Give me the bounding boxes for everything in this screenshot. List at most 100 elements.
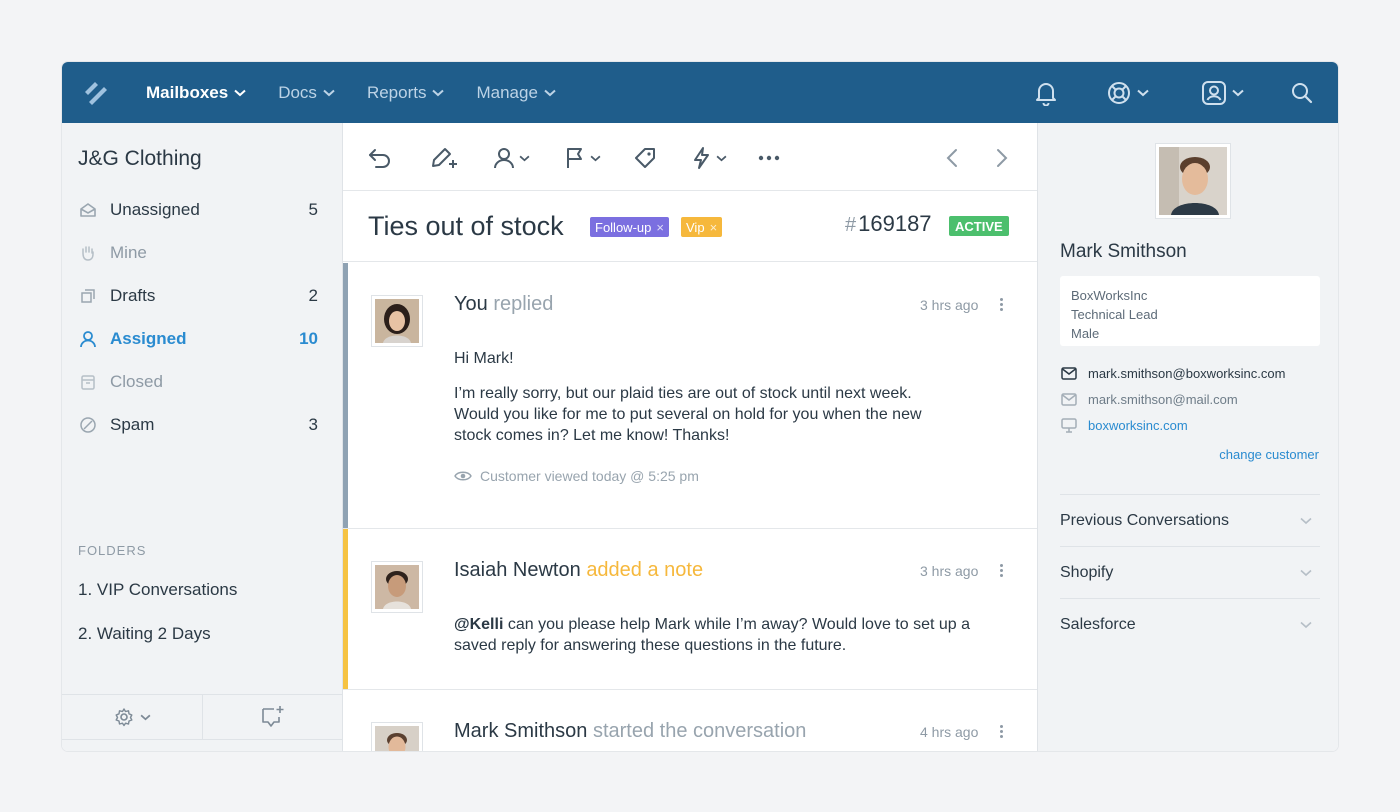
more-actions-button[interactable] — [758, 143, 780, 173]
conversation-pane: Ties out of stock Follow-up × Vip × #16918… — [343, 123, 1037, 751]
mailbox-sidebar: J&G Clothing Unassigned 5 Mine Drafts 2 … — [62, 123, 343, 751]
remove-tag-icon[interactable]: × — [656, 220, 664, 235]
archive-icon — [78, 373, 98, 391]
nav-docs[interactable]: Docs — [278, 83, 335, 103]
conversation-subject: Ties out of stock — [368, 211, 564, 241]
sidebar-item-spam[interactable]: Spam 3 — [78, 410, 318, 440]
chevron-down-icon — [519, 155, 530, 161]
mention[interactable]: @Kelli — [454, 616, 503, 633]
conversation-number-value: 169187 — [858, 211, 932, 236]
customer-avatar-image — [375, 726, 419, 751]
nav-manage-label: Manage — [476, 82, 538, 102]
conversation-number: #169187 — [845, 211, 932, 237]
nav-mailboxes[interactable]: Mailboxes — [146, 83, 246, 103]
sidebar-item-count: 5 — [308, 200, 318, 219]
chevron-down-icon — [590, 155, 601, 161]
message-time: 3 hrs ago — [920, 297, 979, 313]
sidebar-item-unassigned[interactable]: Unassigned 5 — [78, 195, 318, 225]
section-previous-conversations[interactable]: Previous Conversations — [1060, 494, 1320, 546]
message-menu-button[interactable] — [998, 724, 1004, 739]
sidebar-item-closed[interactable]: Closed — [78, 367, 318, 397]
new-conversation-icon — [262, 706, 284, 727]
status-badge[interactable]: ACTIVE — [949, 216, 1009, 236]
account-icon — [1202, 80, 1226, 105]
customer-gender: Male — [1071, 326, 1100, 341]
thread-item-started: Mark Smithson started the conversation 4… — [343, 690, 1037, 751]
message-header: You replied — [454, 293, 553, 316]
message-body: I’m really sorry, but our plaid ties are… — [454, 385, 922, 444]
folder-vip-conversations[interactable]: 1. VIP Conversations — [78, 580, 237, 600]
eye-icon — [454, 471, 472, 481]
thread-item-reply: You replied 3 hrs ago Hi Mark! I’m reall… — [343, 263, 1037, 529]
reply-icon — [369, 149, 390, 168]
status-button[interactable] — [564, 143, 601, 173]
conversation-header: Ties out of stock Follow-up × Vip × #16918… — [343, 192, 1037, 262]
drafts-icon — [78, 287, 98, 305]
sidebar-item-label: Mine — [110, 243, 147, 262]
nav-docs-label: Docs — [278, 82, 317, 102]
assign-button[interactable] — [493, 143, 530, 173]
account-menu-button[interactable] — [1201, 80, 1244, 106]
nav-right-group — [1034, 62, 1338, 123]
section-shopify[interactable]: Shopify — [1060, 546, 1320, 598]
reply-button[interactable] — [367, 143, 393, 173]
next-conversation-button[interactable] — [995, 143, 1009, 173]
chevron-down-icon — [1137, 89, 1149, 96]
previous-conversation-button[interactable] — [945, 143, 959, 173]
sidebar-item-drafts[interactable]: Drafts 2 — [78, 281, 318, 311]
message-time: 4 hrs ago — [920, 724, 979, 740]
chevron-down-icon — [140, 714, 150, 720]
message-thread: You replied 3 hrs ago Hi Mark! I’m reall… — [343, 263, 1037, 751]
add-note-button[interactable] — [429, 143, 459, 173]
section-salesforce[interactable]: Salesforce — [1060, 598, 1320, 650]
tag-button[interactable] — [633, 143, 657, 173]
mailbox-settings-button[interactable] — [62, 695, 202, 739]
user-icon — [494, 148, 514, 169]
notifications-button[interactable] — [1034, 80, 1058, 106]
chevron-left-icon — [946, 149, 957, 167]
help-menu-button[interactable] — [1106, 80, 1149, 106]
customer-title: Technical Lead — [1071, 307, 1158, 322]
tag-vip[interactable]: Vip × — [681, 217, 723, 237]
conversation-toolbar — [343, 123, 1037, 191]
tag-follow-up[interactable]: Follow-up × — [590, 217, 669, 237]
sidebar-item-label: Assigned — [110, 329, 187, 348]
message-menu-button[interactable] — [998, 563, 1004, 578]
email-text: mark.smithson@boxworksinc.com — [1088, 366, 1286, 381]
remove-tag-icon[interactable]: × — [710, 220, 718, 235]
chevron-down-icon — [1232, 89, 1244, 96]
sidebar-item-assigned[interactable]: Assigned 10 — [78, 324, 318, 354]
search-button[interactable] — [1290, 81, 1314, 105]
help-icon — [1108, 81, 1130, 104]
tag-icon — [635, 148, 655, 168]
top-nav: Mailboxes Docs Reports Manage — [62, 62, 1338, 123]
avatar — [371, 561, 423, 613]
nav-manage[interactable]: Manage — [476, 82, 556, 103]
new-conversation-button[interactable] — [202, 695, 343, 739]
sidebar-item-label: Closed — [110, 372, 163, 391]
helpscout-logo-icon[interactable] — [80, 78, 114, 108]
message-menu-button[interactable] — [998, 297, 1004, 312]
customer-email-secondary[interactable]: mark.smithson@mail.com — [1060, 392, 1238, 407]
sidebar-footer — [62, 694, 343, 740]
note-text: can you please help Mark while I’m away?… — [454, 616, 971, 654]
section-label: Salesforce — [1060, 615, 1136, 633]
folder-waiting-2-days[interactable]: 2. Waiting 2 Days — [78, 624, 211, 644]
search-icon — [1292, 82, 1313, 103]
change-customer-link[interactable]: change customer — [1219, 447, 1319, 462]
nav-reports[interactable]: Reports — [367, 83, 445, 103]
gear-icon — [115, 708, 132, 727]
chevron-down-icon — [1300, 517, 1312, 524]
avatar — [371, 295, 423, 347]
sidebar-item-mine[interactable]: Mine — [78, 238, 318, 268]
workflow-button[interactable] — [692, 143, 727, 173]
message-author: Isaiah Newton — [454, 559, 581, 581]
chevron-down-icon — [323, 89, 335, 96]
pencil-plus-icon — [432, 148, 457, 168]
tag-label: Vip — [686, 219, 705, 235]
agent-avatar-image — [375, 299, 419, 343]
customer-website-link[interactable]: boxworksinc.com — [1060, 418, 1188, 433]
message-author: Mark Smithson — [454, 720, 588, 742]
customer-email-primary[interactable]: mark.smithson@boxworksinc.com — [1060, 366, 1285, 381]
message-header: Mark Smithson started the conversation — [454, 720, 806, 743]
